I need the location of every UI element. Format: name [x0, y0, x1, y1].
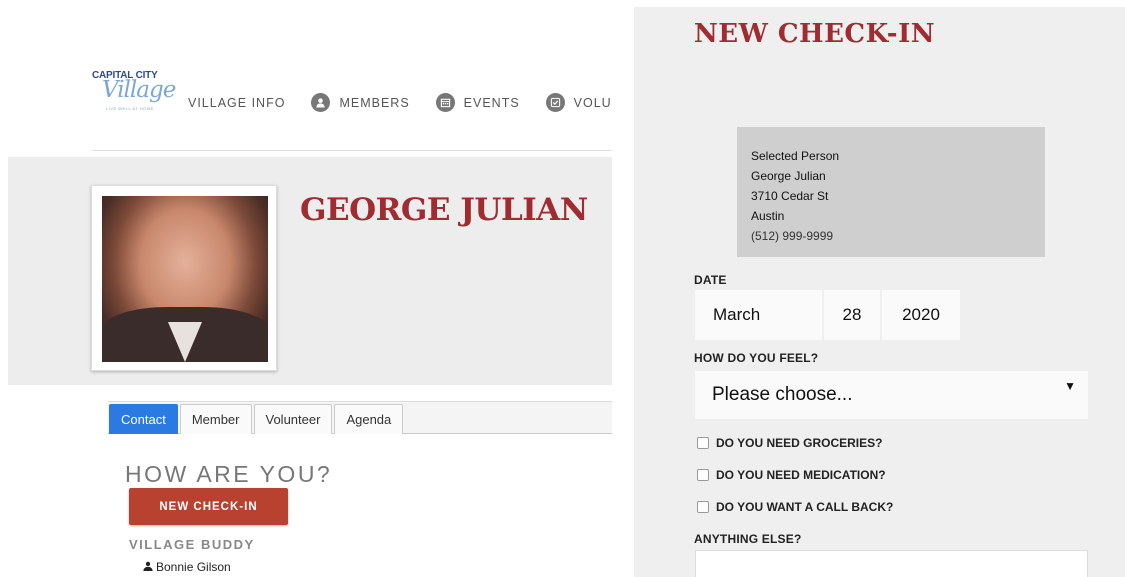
nav-village-info[interactable]: VILLAGE INFO — [188, 96, 285, 110]
feel-select-value: Please choose... — [712, 384, 853, 405]
capital-city-village-logo[interactable]: CAPITAL CITY Village LIVE WELL AT HOME — [92, 68, 176, 113]
village-buddy-heading: VILLAGE BUDDY — [129, 537, 255, 552]
feel-select[interactable]: Please choose... ▼ — [695, 371, 1088, 419]
new-check-in-form: NEW CHECK-IN Selected Person George Juli… — [634, 7, 1125, 577]
village-buddy[interactable]: Bonnie Gilson — [143, 560, 231, 574]
nav-volunteers[interactable]: VOLU — [545, 93, 612, 112]
nav-members[interactable]: MEMBERS — [311, 93, 409, 112]
new-check-in-button[interactable]: NEW CHECK-IN — [129, 488, 288, 525]
profile-page: CAPITAL CITY Village LIVE WELL AT HOME V… — [0, 0, 612, 577]
nav-label: MEMBERS — [339, 95, 410, 110]
how-are-you-heading: HOW ARE YOU? — [125, 461, 333, 487]
date-day-field[interactable]: 28 — [824, 290, 880, 340]
buddy-name: Bonnie Gilson — [156, 560, 231, 574]
date-month-field[interactable]: March — [695, 290, 822, 340]
nav-label: VOLU — [573, 95, 612, 110]
anything-else-label: ANYTHING ELSE? — [694, 532, 802, 546]
profile-tabs: Contact Member Volunteer Agenda — [109, 404, 405, 434]
selected-person-city: Austin — [751, 209, 785, 223]
nav-divider — [92, 150, 612, 151]
profile-photo — [91, 185, 277, 371]
caret-down-icon: ▼ — [1064, 379, 1076, 393]
call-back-checkbox[interactable] — [697, 501, 709, 513]
groceries-label: DO YOU NEED GROCERIES? — [716, 436, 883, 450]
logo-line2: Village — [102, 77, 176, 103]
date-label: DATE — [694, 273, 727, 287]
nav-label: VILLAGE INFO — [188, 95, 286, 110]
nav-label: EVENTS — [463, 95, 520, 110]
profile-name: GEORGE JULIAN — [300, 192, 588, 228]
logo-tagline: LIVE WELL AT HOME — [106, 106, 154, 111]
profile-photo-image — [102, 196, 268, 362]
check-icon — [545, 93, 565, 112]
user-icon — [143, 561, 153, 574]
calendar-icon — [435, 93, 455, 112]
tab-agenda[interactable]: Agenda — [334, 404, 404, 434]
medication-checkbox-row[interactable]: DO YOU NEED MEDICATION? — [697, 468, 886, 482]
person-icon — [311, 93, 331, 112]
medication-label: DO YOU NEED MEDICATION? — [716, 468, 886, 482]
groceries-checkbox[interactable] — [697, 437, 709, 449]
tab-contact[interactable]: Contact — [109, 404, 178, 434]
selected-person-name: George Julian — [751, 169, 826, 183]
call-back-label: DO YOU WANT A CALL BACK? — [716, 500, 894, 514]
selected-person-heading: Selected Person — [751, 149, 840, 163]
tab-member[interactable]: Member — [179, 404, 252, 434]
selected-person-address: 3710 Cedar St — [751, 189, 829, 203]
anything-else-textarea[interactable] — [695, 550, 1088, 577]
feel-label: HOW DO YOU FEEL? — [694, 351, 819, 365]
call-back-checkbox-row[interactable]: DO YOU WANT A CALL BACK? — [697, 500, 893, 514]
selected-person-card: Selected Person George Julian 3710 Cedar… — [737, 127, 1045, 257]
nav-events[interactable]: EVENTS — [435, 93, 520, 112]
date-year-field[interactable]: 2020 — [882, 290, 960, 340]
main-nav: VILLAGE INFO MEMBERS EVENTS VOLU — [188, 93, 612, 112]
tab-volunteer[interactable]: Volunteer — [253, 404, 333, 434]
groceries-checkbox-row[interactable]: DO YOU NEED GROCERIES? — [697, 436, 882, 450]
selected-person-phone: (512) 999-9999 — [751, 229, 834, 243]
form-title: NEW CHECK-IN — [694, 19, 936, 49]
medication-checkbox[interactable] — [697, 469, 709, 481]
